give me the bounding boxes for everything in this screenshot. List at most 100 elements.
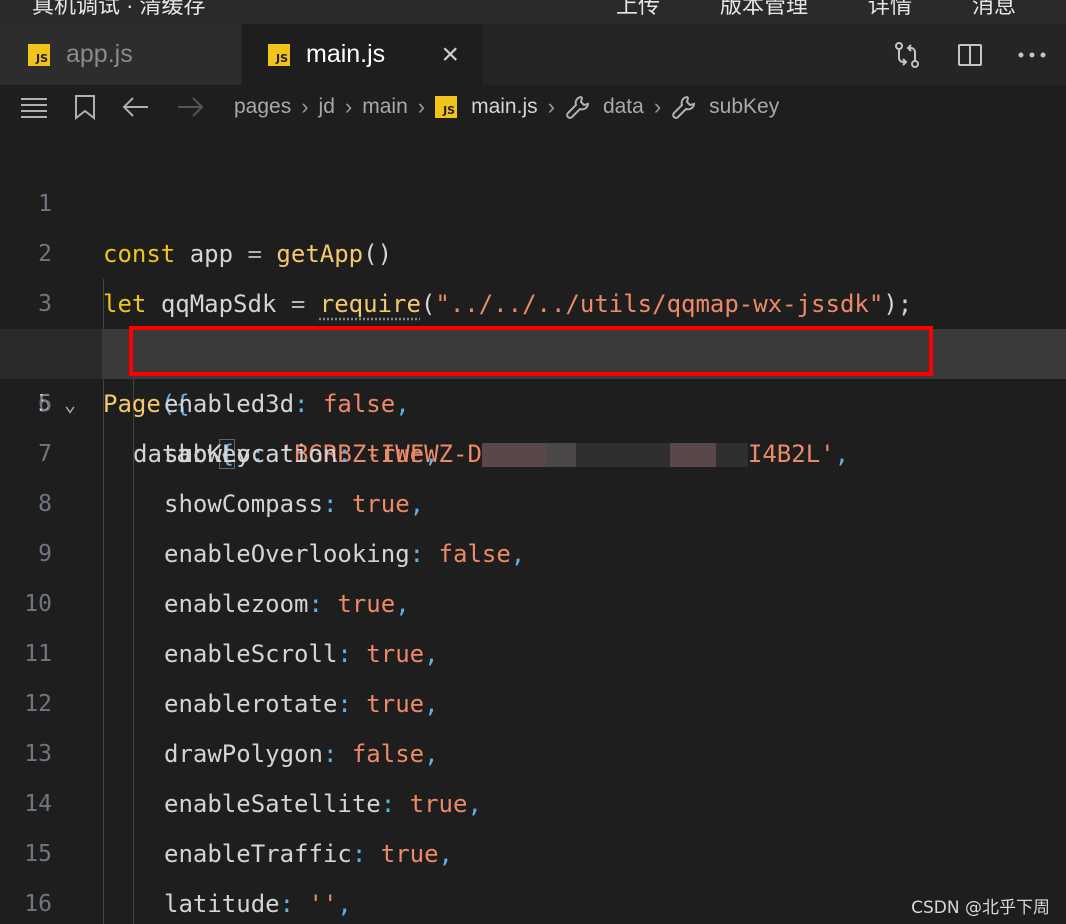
property-value: '' [308,890,338,918]
colon: : [308,590,338,618]
tab-app-js[interactable]: JS app.js [0,24,242,85]
line-number: 6 [38,391,52,417]
breadcrumb-jd[interactable]: jd [319,95,335,119]
property-key: enableTraffic [164,840,352,868]
top-menu: 上传 版本管理 详情 消息 [616,0,1016,20]
property-key: latitude [164,890,280,918]
property-value: true [366,690,425,718]
line-number: 7 [38,441,52,467]
code-line[interactable]: 4 ⌄ data: { [0,279,1066,469]
comma: , [467,790,482,818]
breadcrumb-main[interactable]: main [362,95,408,119]
property-key: drawPolygon [164,740,323,768]
breadcrumb-data[interactable]: data [603,95,644,119]
tab-main-js[interactable]: JS main.js × [242,24,484,85]
comma: , [424,690,439,718]
line-number: 13 [24,741,52,767]
colon: : [294,390,323,418]
property-value: true [351,490,410,518]
comma: , [438,840,453,868]
breadcrumb-pages[interactable]: pages [234,95,291,119]
more-actions-icon[interactable] [1018,50,1046,60]
property-key: enablerotate [164,690,338,718]
back-arrow-icon[interactable] [122,96,150,118]
chevron-right-icon: › [344,94,353,119]
window-title: 真机调试 · 清缓存 [32,0,206,18]
comma: , [395,390,410,418]
annotation-highlight-box [129,326,933,376]
js-file-icon: JS [268,43,290,66]
property-value: true [366,440,425,468]
forward-arrow-icon[interactable] [176,96,204,118]
property-key: enableScroll [164,640,338,668]
line-number: 11 [24,641,52,667]
colon: : [322,740,352,768]
split-editor-icon[interactable] [956,41,984,69]
wrench-icon [565,94,591,120]
code-line[interactable]: 12 enablerotate: true, [0,679,1066,729]
menu-version[interactable]: 版本管理 [720,0,808,20]
title-bar: 真机调试 · 清缓存 上传 版本管理 详情 消息 [0,0,1066,24]
js-file-icon: JS [28,43,50,66]
line-number: 9 [38,541,52,567]
code-line[interactable]: 9 enableOverlooking: false, [0,529,1066,579]
colon: : [279,890,309,918]
comma: , [424,640,439,668]
code-line[interactable]: 11 enableScroll: true, [0,629,1066,679]
code-line[interactable]: 2 let qqMapSdk = require("../../../utils… [0,179,1066,318]
colon: : [380,790,410,818]
line-number: 14 [24,791,52,817]
wrench-icon [671,94,697,120]
code-line[interactable]: 6 enabled3d: false, [0,379,1066,429]
chevron-right-icon: › [547,94,555,119]
code-line[interactable]: 10 enablezoom: true, [0,579,1066,629]
code-editor[interactable]: 1 const app = getApp() 2 let qqMapSdk = … [0,129,1066,924]
comma: , [424,740,439,768]
property-key: enabled3d [164,390,295,418]
menu-upload[interactable]: 上传 [616,0,660,20]
line-number: 16 [24,891,52,917]
comma: , [337,890,352,918]
line-number: 10 [24,591,52,617]
line-number: 12 [24,691,52,717]
breadcrumb-main-js[interactable]: main.js [471,95,538,119]
line-number: 15 [24,841,52,867]
property-key: enableOverlooking [164,540,410,568]
menu-messages[interactable]: 消息 [972,0,1016,20]
menu-details[interactable]: 详情 [868,0,912,20]
code-line[interactable]: 14 enableSatellite: true, [0,779,1066,829]
property-value: true [366,640,425,668]
code-line[interactable]: 15 enableTraffic: true, [0,829,1066,879]
chevron-right-icon: › [301,94,309,119]
code-line[interactable]: 1 const app = getApp() [0,129,1066,268]
property-key: enablezoom [164,590,309,618]
comma: , [424,440,439,468]
compare-changes-icon[interactable] [892,40,922,70]
code-line[interactable]: 3 ⌄ Page({ [0,229,1066,418]
line-number: 8 [38,491,52,517]
close-icon[interactable]: × [441,38,459,72]
property-value: true [409,790,468,818]
watermark: CSDN @北乎下周 [911,898,1050,918]
colon: : [337,690,367,718]
colon: : [409,540,439,568]
property-value: true [337,590,396,618]
chevron-right-icon: › [653,94,662,119]
property-key: showLocation [164,440,338,468]
breadcrumb-subkey[interactable]: subKey [709,95,779,119]
tab-label: app.js [66,40,133,68]
js-file-icon: JS [435,96,458,118]
comma: , [409,490,425,518]
property-value: true [380,840,439,868]
property-value: false [351,740,425,768]
outline-list-icon[interactable] [20,96,48,118]
editor-actions [892,24,1066,85]
code-line[interactable]: 8 showCompass: true, [0,479,1066,529]
bookmark-icon[interactable] [74,94,96,120]
colon: : [351,840,381,868]
code-line[interactable]: 16 latitude: '', [0,879,1066,924]
code-line[interactable]: 7 showLocation: true, [0,429,1066,479]
property-key: enableSatellite [164,790,381,818]
tab-label: main.js [306,40,386,68]
code-line[interactable]: 13 drawPolygon: false, [0,729,1066,779]
